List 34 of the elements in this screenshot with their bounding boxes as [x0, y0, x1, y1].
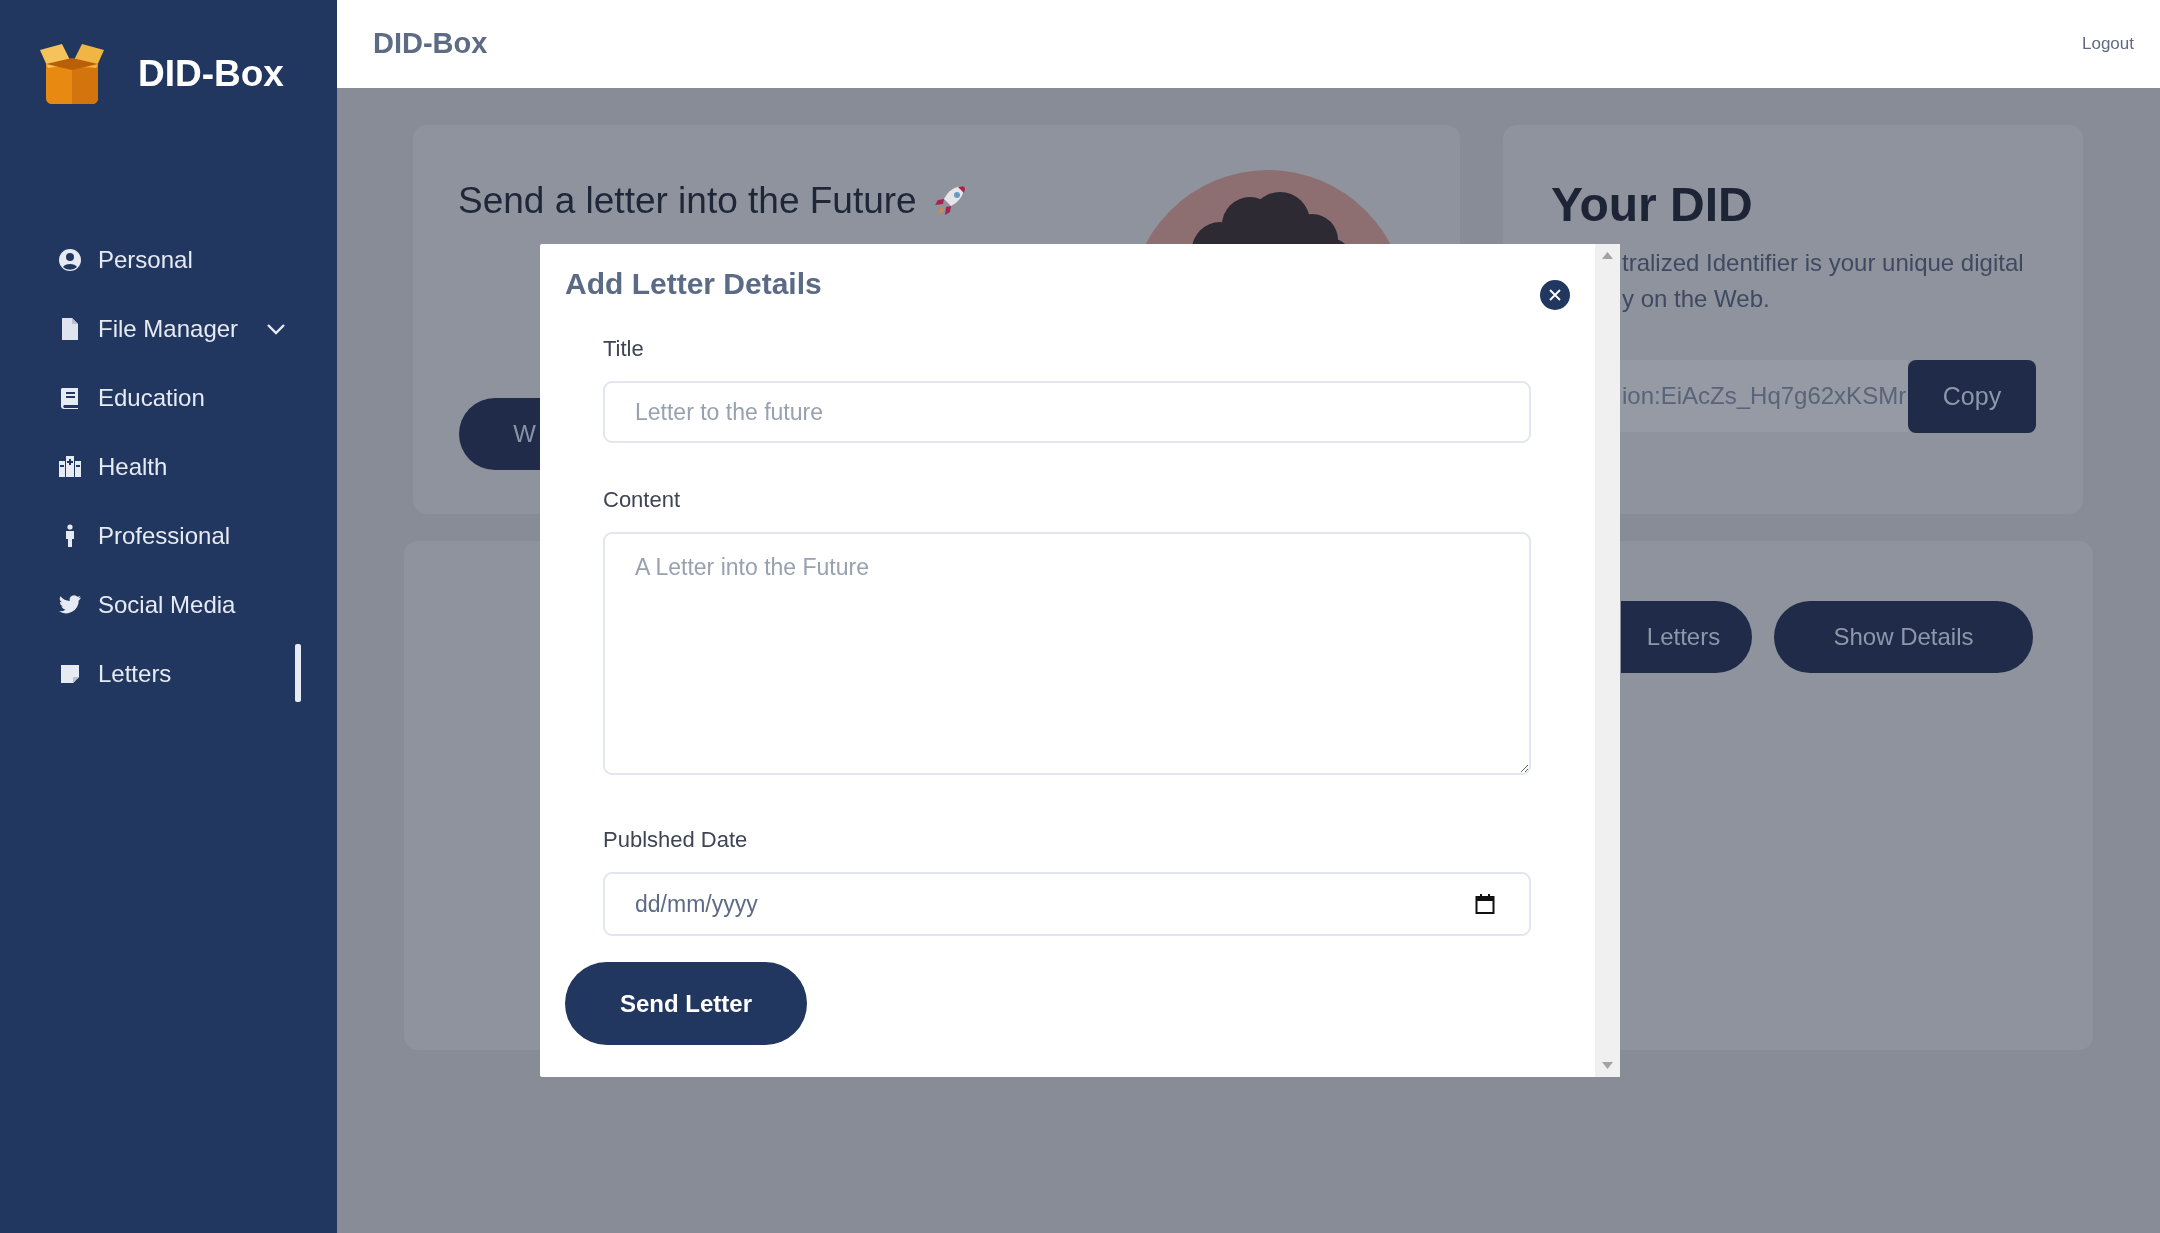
card-title: Send a letter into the Future	[458, 179, 917, 223]
user-circle-icon	[58, 247, 82, 272]
logo-text: DID-Box	[138, 52, 284, 97]
scrollbar[interactable]	[1595, 244, 1620, 1077]
field-label: Publshed Date	[603, 826, 749, 854]
letters-button[interactable]: Letters	[1621, 601, 1752, 673]
description-text: y on the Web.	[1622, 284, 1771, 314]
sidebar-item[interactable]: Health	[0, 432, 301, 501]
field-label: Title	[603, 335, 645, 363]
title-field[interactable]: Letter to the future	[603, 381, 1531, 443]
calendar-icon	[1475, 893, 1495, 915]
close-icon	[1549, 289, 1561, 301]
scroll-up-icon	[1602, 252, 1613, 259]
content-field[interactable]: A Letter into the Future	[603, 532, 1531, 775]
details-button[interactable]: Show Details	[1774, 601, 2033, 673]
sidebar-item[interactable]: File Manager	[0, 294, 301, 363]
field-label: Content	[603, 486, 682, 514]
date-field[interactable]: dd/mm/yyyy	[603, 872, 1531, 936]
close-button[interactable]	[1540, 280, 1570, 310]
sidebar-item[interactable]: Social Media	[0, 570, 301, 639]
sidebar-item[interactable]: Education	[0, 363, 301, 432]
description-text: tralized Identifier is your unique digital	[1622, 248, 2024, 278]
scroll-down-icon	[1602, 1062, 1613, 1069]
copy-button[interactable]: Copy	[1908, 360, 2036, 433]
logout-link[interactable]: Logout	[2082, 31, 2134, 57]
card-title: Your DID	[1551, 177, 1753, 233]
sidebar-item[interactable]: Professional	[0, 501, 301, 570]
write-button[interactable]: W	[459, 398, 540, 470]
hospital-icon	[58, 454, 82, 479]
send-button[interactable]: Send Letter	[565, 962, 807, 1045]
page-title: DID-Box	[373, 26, 488, 62]
sidebar-item[interactable]: Letters	[0, 639, 301, 708]
dialog-title: Add Letter Details	[565, 266, 822, 302]
sidebar-item[interactable]: Personal	[0, 225, 301, 294]
